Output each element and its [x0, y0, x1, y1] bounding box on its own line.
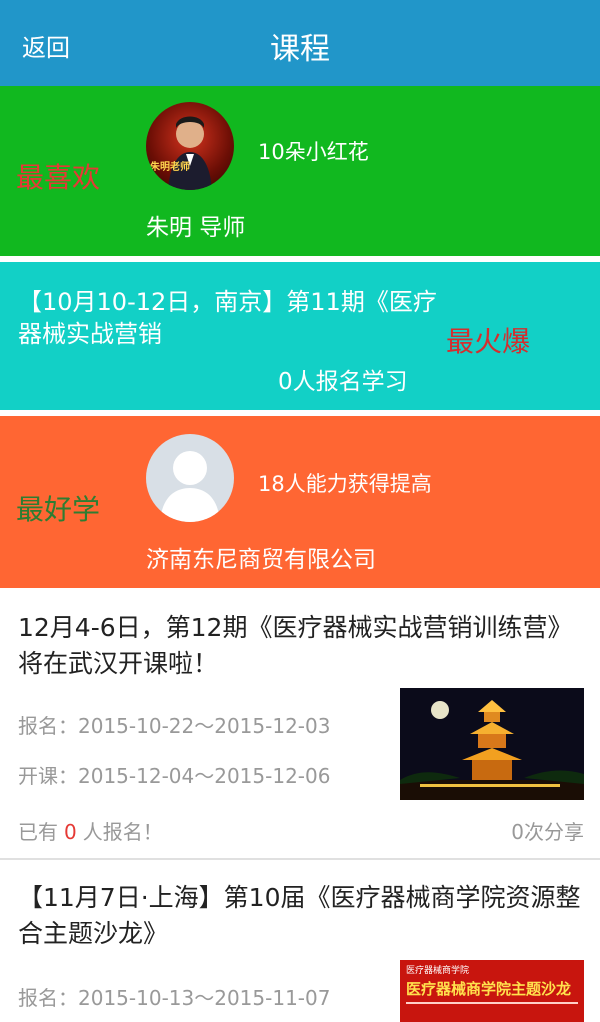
teacher-name: 朱明 导师 — [146, 215, 246, 241]
enroll-prefix: 已有 — [18, 820, 58, 844]
course-item[interactable]: 12月4-6日，第12期《医疗器械实战营销训练营》将在武汉开课啦！ 报名：201… — [0, 588, 600, 858]
signup-label: 报名： — [18, 986, 78, 1010]
pagoda-image-icon — [400, 688, 584, 800]
hot-tag: 最火爆 — [446, 325, 531, 358]
thumb-brand: 医疗器械商学院 — [406, 966, 470, 976]
class-label: 开课： — [18, 764, 78, 788]
signup-label: 报名： — [18, 714, 78, 738]
hot-course-title: 【10月10-12日，南京】第11期《医疗器械实战营销 — [18, 288, 437, 348]
teacher-avatar-label: 朱明老师 — [150, 162, 190, 173]
flower-count: 10朵小红花 — [258, 140, 369, 164]
signup-range: 2015-10-13～2015-11-07 — [78, 986, 331, 1010]
improved-count: 18人能力获得提高 — [258, 472, 432, 496]
class-period: 开课：2015-12-04～2015-12-06 — [18, 760, 330, 789]
thumb-title: 医疗器械商学院主题沙龙 — [406, 980, 572, 998]
course-thumbnail: 医疗器械商学院 医疗器械商学院主题沙龙 — [400, 960, 584, 1022]
default-user-icon — [160, 451, 220, 522]
company-avatar — [146, 434, 234, 522]
signup-period: 报名：2015-10-13～2015-11-07 — [18, 982, 330, 1011]
teacher-photo-icon — [168, 116, 212, 190]
favorite-tag: 最喜欢 — [16, 161, 101, 194]
class-range: 2015-12-04～2015-12-06 — [78, 764, 331, 788]
app-header: 返回 课程 — [0, 0, 600, 86]
teacher-avatar: 朱明老师 — [146, 102, 234, 190]
course-thumbnail — [400, 688, 584, 800]
course-title: 【11月7日·上海】第10届《医疗器械商学院资源整合主题沙龙》 — [18, 883, 581, 948]
page-title: 课程 — [270, 32, 330, 67]
course-item[interactable]: 【11月7日·上海】第10届《医疗器械商学院资源整合主题沙龙》 报名：2015-… — [0, 860, 600, 1022]
thumb-stripe — [406, 1002, 578, 1004]
signup-period: 报名：2015-10-22～2015-12-03 — [18, 710, 330, 739]
enroll-status: 已有 0 人报名！ — [18, 816, 163, 845]
enroll-suffix: 人报名！ — [82, 820, 163, 844]
hot-signup-count: 0人报名学习 — [278, 369, 408, 395]
enroll-count: 0 — [64, 820, 77, 844]
learn-tag: 最好学 — [16, 493, 101, 526]
share-count[interactable]: 0次分享 — [511, 816, 584, 845]
favorite-card[interactable]: 最喜欢 朱明老师 10朵小红花 朱明 导师 — [0, 86, 600, 256]
course-title: 12月4-6日，第12期《医疗器械实战营销训练营》将在武汉开课啦！ — [18, 613, 573, 678]
company-name: 济南东尼商贸有限公司 — [146, 547, 376, 573]
signup-range: 2015-10-22～2015-12-03 — [78, 714, 331, 738]
hot-course-card[interactable]: 【10月10-12日，南京】第11期《医疗器械实战营销 最火爆 0人报名学习 — [0, 262, 600, 410]
learn-card[interactable]: 最好学 18人能力获得提高 济南东尼商贸有限公司 — [0, 416, 600, 588]
